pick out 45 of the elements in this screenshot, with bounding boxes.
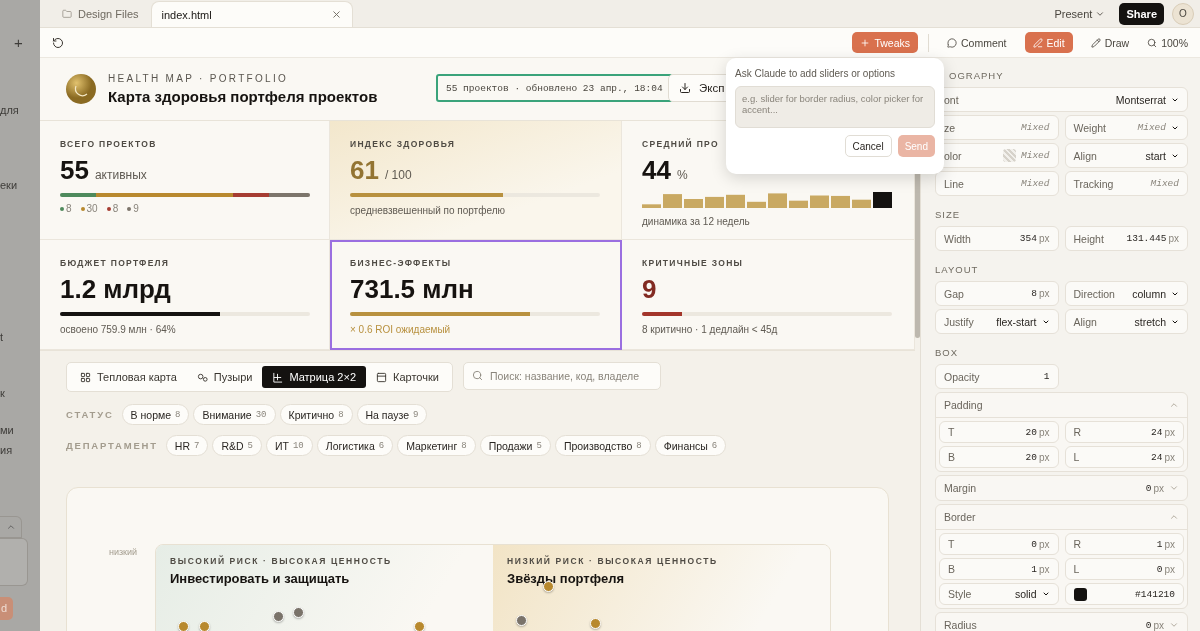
stat-caption: освоено 759.9 млн · 64% [60,324,177,335]
stat-caption: динамика за 12 недель [642,216,751,227]
section-title: LAYOUT [935,264,979,275]
axis-label: низкий [109,547,139,559]
filter-label: ДЕПАРТАМЕНТ [66,440,158,451]
section-title: OGRAPHY [949,70,1004,81]
quadrant-eyebrow: НИЗКИЙ РИСК · ВЫСОКАЯ ЦЕННОСТЬ [507,556,719,566]
stat-label: СРЕДНИЙ ПРО [642,139,719,149]
side-text: ия [0,443,13,457]
section-title: BOX [935,347,959,358]
quadrant-title: Звёзды портфеля [507,571,625,586]
stat-label: БЮДЖЕТ ПОРТФЕЛЯ [60,258,170,268]
legend-item: 30 [80,203,98,214]
quadrant-title: Инвестировать и защищать [170,571,351,586]
stat-value: 61 [350,155,379,186]
stat-label: ИНДЕКС ЗДОРОВЬЯ [350,139,456,149]
stat-caption: 8 критично · 1 дедлайн < 45д [642,324,779,335]
side-text: для [0,103,19,117]
section-title: SIZE [935,209,961,220]
popup-title: Ask Claude to add sliders or options [735,68,897,79]
legend-item: 8 [60,203,72,214]
legend-item: 9 [127,203,139,214]
stat-unit: активных [94,168,147,182]
stat-value: 731.5 млн [350,274,474,305]
stat-caption: × 0.6 ROI ожидаемый [350,324,452,335]
stat-value: 55 [60,155,89,186]
side-text: t [0,330,4,344]
stat-value: 9 [642,274,657,305]
side-text: + [14,36,23,50]
legend-item: 8 [106,203,119,214]
stat-caption: средневзвешенный по портфелю [350,205,506,216]
side-text: к [0,386,5,400]
side-text: ми [0,423,14,437]
page-title: Карта здоровья портфеля проектов [108,88,378,105]
side-text: еки [0,178,18,192]
stat-unit: / 100 [384,168,412,182]
stat-label: КРИТИЧНЫЕ ЗОНЫ [642,258,744,268]
stat-label: БИЗНЕС-ЭФФЕКТЫ [350,258,452,268]
quadrant-eyebrow: ВЫСОКИЙ РИСК · ВЫСОКАЯ ЦЕННОСТЬ [170,556,393,566]
stat-value: 1.2 млрд [60,274,171,305]
eyebrow-text: HEALTH MAP · PORTFOLIO [108,73,290,84]
stat-unit: % [676,168,688,182]
stat-label: ВСЕГО ПРОЕКТОВ [60,139,157,149]
filter-label: СТАТУС [66,409,114,420]
stat-value: 44 [642,155,671,186]
